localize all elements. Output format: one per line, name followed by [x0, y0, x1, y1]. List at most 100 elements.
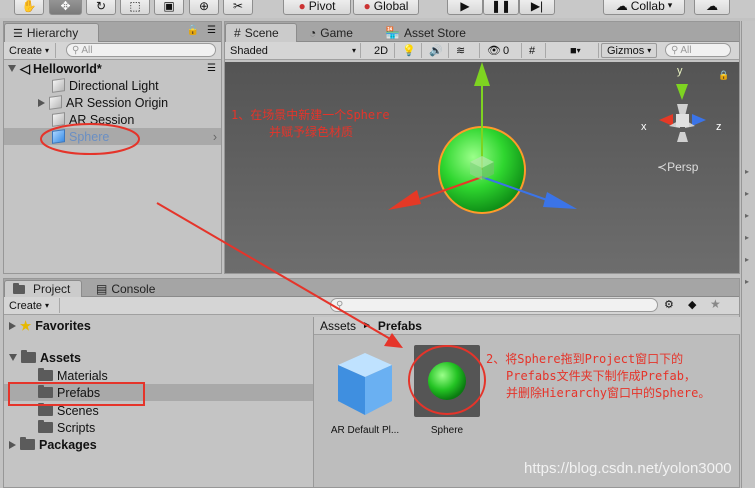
folder-item[interactable]: Scenes — [38, 402, 99, 419]
scene-subbar: Shaded ▾ 2D 💡 🔊 ≋ 👁 0 # ■ ▾ Gizmos ▾ ⚲ All — [225, 42, 739, 60]
assets-row[interactable]: Assets — [9, 349, 81, 366]
project-create-button[interactable]: Create ▾ — [4, 298, 60, 313]
gizmo-z-cone[interactable] — [692, 114, 706, 126]
breadcrumb: Assets ► Prefabs — [314, 317, 740, 335]
cloud-button[interactable]: ☁ — [694, 0, 730, 15]
custom-tool-button[interactable]: ✂ — [223, 0, 253, 15]
menu-icon[interactable]: ☰ — [207, 25, 216, 36]
gizmo-y-cone[interactable] — [676, 84, 688, 100]
menu-icon[interactable]: ☰ — [207, 63, 216, 74]
transform-tool-button[interactable]: ⊕ — [189, 0, 219, 15]
chevron-right-icon[interactable]: › — [213, 130, 217, 144]
collapse-icon[interactable] — [8, 65, 16, 72]
y-arrow-icon[interactable] — [474, 62, 490, 86]
folder-item[interactable]: Scripts — [38, 419, 95, 436]
folder-item-selected[interactable]: Prefabs — [4, 384, 313, 401]
breadcrumb-current[interactable]: Prefabs — [378, 319, 422, 333]
expand-icon[interactable] — [9, 440, 16, 449]
folder-icon — [13, 282, 25, 294]
2d-toggle[interactable]: 2D — [369, 43, 395, 58]
hierarchy-item-label: AR Session — [69, 112, 135, 127]
hierarchy-item-label: Sphere — [69, 129, 110, 144]
lighting-toggle[interactable]: 💡 — [397, 43, 422, 58]
expand-icon[interactable] — [38, 98, 45, 107]
hierarchy-item[interactable]: Directional Light — [52, 77, 159, 94]
collapse-icon[interactable] — [9, 354, 17, 361]
asset-item[interactable]: AR Default Pl... — [326, 345, 404, 445]
project-search-input[interactable]: ⚲ — [330, 298, 658, 312]
grid-toggle[interactable]: # — [524, 43, 546, 58]
pause-icon: ❚❚ — [490, 0, 512, 13]
tab-game[interactable]: ◔ Game — [301, 23, 361, 42]
folder-icon — [20, 437, 35, 450]
hand-tool-button[interactable]: ✋ — [14, 0, 44, 15]
gizmos-dropdown[interactable]: Gizmos ▾ — [601, 43, 657, 58]
asset-label: AR Default Pl... — [330, 425, 400, 436]
scene-root-row[interactable]: ◁ Helloworld* ☰ — [8, 60, 220, 77]
lock-icon[interactable]: 🔒 — [187, 25, 199, 36]
gizmo-z-label: z — [716, 121, 722, 133]
lock-icon[interactable]: 🔒 — [718, 70, 729, 81]
hand-icon: ✋ — [21, 0, 37, 13]
asset-item-selected[interactable]: Sphere — [412, 345, 482, 445]
chevron-down-icon: ▾ — [351, 46, 356, 55]
tab-hierarchy[interactable]: ☰ Hierarchy — [4, 23, 99, 42]
project-tree: ★ Favorites Assets Materials Prefabs Scen… — [4, 317, 313, 487]
effects-dropdown[interactable]: ≋ — [451, 43, 480, 58]
step-button[interactable]: ▶| — [519, 0, 555, 15]
annotation-line: 并赋予绿色材质 — [269, 125, 354, 139]
hierarchy-search-input[interactable]: ⚲ All — [66, 43, 216, 57]
global-button[interactable]: ● Global — [353, 0, 419, 15]
hierarchy-item[interactable]: AR Session — [52, 111, 134, 128]
favorites-row[interactable]: ★ Favorites — [9, 317, 91, 334]
watermark: https://blog.csdn.net/yolon3000 — [524, 460, 732, 477]
packages-row[interactable]: Packages — [9, 436, 97, 453]
collab-button[interactable]: ☁ Collab ▾ — [603, 0, 685, 15]
pivot-button[interactable]: ● Pivot — [283, 0, 351, 15]
prefab-cube-icon — [338, 353, 392, 415]
hierarchy-create-button[interactable]: Create ▾ — [4, 43, 56, 58]
breadcrumb-root[interactable]: Assets — [320, 319, 356, 333]
rotate-tool-button[interactable]: ↻ — [86, 0, 116, 15]
scene-name: Helloworld* — [33, 61, 102, 76]
expand-icon[interactable] — [9, 321, 16, 330]
chevron-down-icon: ▾ — [576, 46, 581, 55]
chevron-right-icon[interactable]: ▸ ▸ ▸ ▸ ▸ ▸ — [745, 161, 749, 293]
gizmo-x-cone[interactable] — [659, 114, 673, 126]
gizmo-center-cube[interactable] — [676, 114, 689, 127]
pause-button[interactable]: ❚❚ — [483, 0, 519, 15]
create-label: Create — [9, 44, 43, 57]
hierarchy-item-selected[interactable]: Sphere › — [4, 128, 221, 145]
audio-toggle[interactable]: 🔊 — [424, 43, 449, 58]
scale-tool-button[interactable]: ⬚ — [120, 0, 150, 15]
z-arrow-icon[interactable] — [543, 192, 577, 209]
camera-dropdown[interactable]: ■ ▾ — [565, 43, 599, 58]
filter-type-icon[interactable]: ⚙ — [664, 298, 674, 311]
search-placeholder: All — [81, 44, 93, 56]
persp-label-group[interactable]: ≺Persp — [657, 160, 698, 174]
grid-icon: # — [234, 26, 241, 40]
x-arrow-icon[interactable] — [388, 190, 421, 210]
tab-scene[interactable]: # Scene — [225, 23, 297, 42]
rect-tool-button[interactable]: ▣ — [154, 0, 184, 15]
transform-icon: ⊕ — [198, 0, 210, 13]
folder-item[interactable]: Materials — [38, 367, 108, 384]
camera-icon: ■ — [570, 44, 577, 57]
star-icon[interactable]: ★ — [710, 297, 721, 311]
scene-search-input[interactable]: ⚲ All — [665, 43, 731, 57]
folder-label: Scripts — [57, 420, 96, 435]
play-button[interactable]: ▶ — [447, 0, 483, 15]
tab-project[interactable]: Project — [4, 280, 82, 297]
label-icon[interactable]: ◆ — [688, 298, 696, 311]
chevron-down-icon: ▾ — [45, 46, 50, 55]
move-tool-button[interactable]: ✥ — [49, 0, 82, 15]
scene-viewport[interactable]: y x z 🔒 ≺Persp 1、在场景中新建一个Sphere 并赋予绿色材质 — [225, 62, 739, 273]
tab-asset-store[interactable]: 🏪 Asset Store — [377, 23, 474, 42]
shading-dropdown[interactable]: Shaded ▾ — [225, 43, 361, 58]
project-content: Assets ► Prefabs AR Default Pl... Sphere… — [313, 317, 740, 487]
folder-label: Materials — [57, 368, 108, 383]
tab-console[interactable]: ▤ Console — [88, 280, 163, 297]
hierarchy-item[interactable]: AR Session Origin — [38, 94, 168, 111]
folder-icon — [38, 385, 53, 398]
hidden-objects-toggle[interactable]: 👁 0 — [482, 43, 522, 58]
